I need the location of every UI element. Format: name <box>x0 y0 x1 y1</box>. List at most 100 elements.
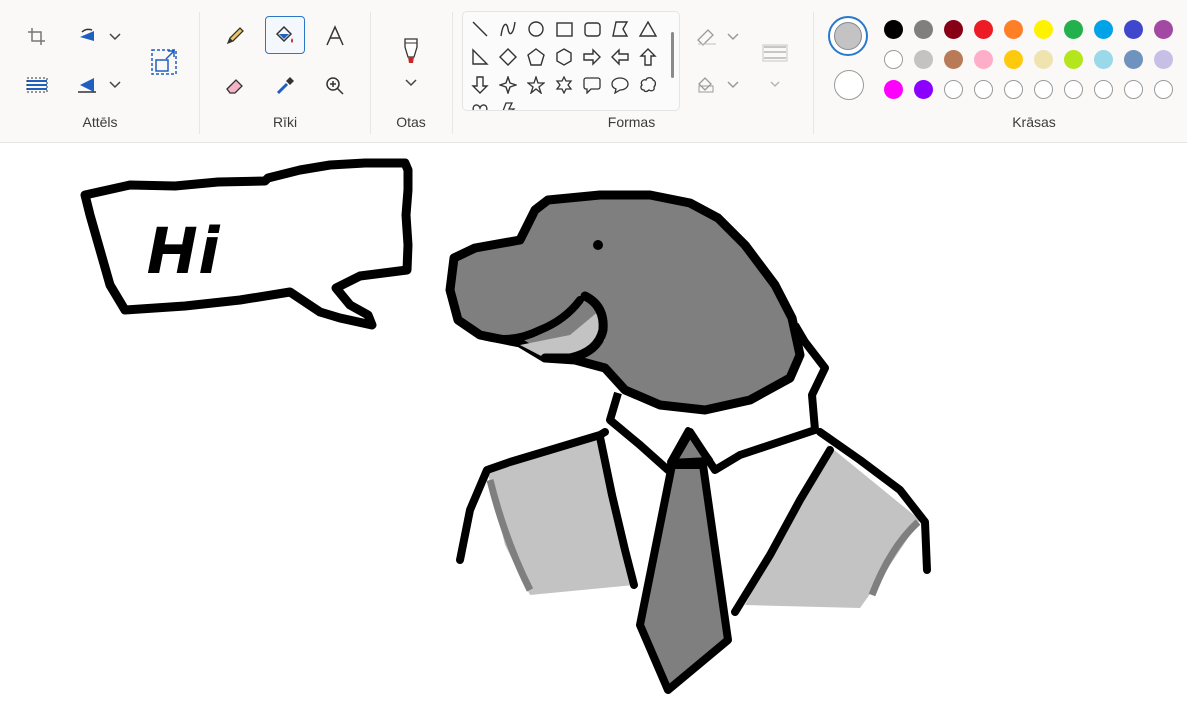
arrow-right-shape[interactable] <box>581 46 603 68</box>
heart-shape[interactable] <box>469 100 491 110</box>
rectangle-shape[interactable] <box>553 18 575 40</box>
shape-fill-icon <box>698 77 714 93</box>
line-icon <box>472 21 488 37</box>
rounded-rectangle-shape[interactable] <box>581 18 603 40</box>
pencil-button[interactable] <box>219 20 251 52</box>
speech-bubble <box>80 158 413 330</box>
color2-selector[interactable] <box>834 70 864 100</box>
triangle-shape[interactable] <box>637 18 659 40</box>
text-button[interactable] <box>319 20 351 52</box>
eyedropper-icon <box>276 77 294 95</box>
flip-dropdown[interactable] <box>104 74 126 96</box>
color-swatch[interactable] <box>884 80 903 99</box>
five-point-star-shape[interactable] <box>525 74 547 96</box>
color-swatch[interactable] <box>884 50 903 69</box>
diamond-icon <box>499 48 517 66</box>
color-swatch[interactable] <box>914 20 933 39</box>
four-point-star-shape[interactable] <box>497 74 519 96</box>
shape-fill-dropdown[interactable] <box>724 76 742 94</box>
polygon-shape[interactable] <box>609 18 631 40</box>
diamond-shape[interactable] <box>497 46 519 68</box>
color-swatch[interactable] <box>1034 20 1053 39</box>
magnifier-button[interactable] <box>319 70 351 102</box>
pentagon-icon <box>527 48 545 66</box>
color-swatch[interactable] <box>974 20 993 39</box>
crop-icon <box>28 28 45 45</box>
color-picker-button[interactable] <box>269 70 301 102</box>
custom-color-slot[interactable] <box>974 80 993 99</box>
arrow-left-icon <box>611 48 629 66</box>
custom-color-slot[interactable] <box>944 80 963 99</box>
six-point-star-icon <box>555 76 573 94</box>
flip-button[interactable] <box>72 70 102 100</box>
shapes-scrollbar[interactable] <box>671 32 674 78</box>
color-swatch[interactable] <box>1094 50 1113 69</box>
custom-color-slot[interactable] <box>1004 80 1023 99</box>
custom-color-slot[interactable] <box>1094 80 1113 99</box>
color-swatch[interactable] <box>944 20 963 39</box>
color-swatch[interactable] <box>1124 50 1143 69</box>
pencil-icon <box>226 27 244 45</box>
arrow-up-shape[interactable] <box>637 46 659 68</box>
brushes-dropdown[interactable] <box>400 74 422 92</box>
crop-button[interactable] <box>22 22 52 52</box>
cloud-callout-shape[interactable] <box>637 74 659 96</box>
six-point-star-shape[interactable] <box>553 74 575 96</box>
color-swatch[interactable] <box>884 20 903 39</box>
size-button[interactable] <box>756 38 794 70</box>
chevron-down-icon <box>727 33 739 41</box>
color-swatch[interactable] <box>1094 20 1113 39</box>
hexagon-shape[interactable] <box>553 46 575 68</box>
shape-outline-dropdown[interactable] <box>724 28 742 46</box>
rotate-dropdown[interactable] <box>104 26 126 48</box>
arrow-left-shape[interactable] <box>609 46 631 68</box>
custom-color-slot[interactable] <box>1154 80 1173 99</box>
color-swatch[interactable] <box>1154 50 1173 69</box>
color-swatch[interactable] <box>914 80 933 99</box>
color-swatch[interactable] <box>1004 50 1023 69</box>
curve-shape[interactable] <box>497 18 519 40</box>
eraser-button[interactable] <box>219 70 251 102</box>
image-group-label: Attēls <box>82 114 118 130</box>
pentagon-shape[interactable] <box>525 46 547 68</box>
color-swatch[interactable] <box>914 50 933 69</box>
custom-color-slot[interactable] <box>1034 80 1053 99</box>
resize-button[interactable] <box>144 42 184 82</box>
speech-text: Hi <box>148 214 224 286</box>
custom-color-slot[interactable] <box>1124 80 1143 99</box>
oval-callout-shape[interactable] <box>609 74 631 96</box>
size-dropdown[interactable] <box>766 76 784 92</box>
color-swatch[interactable] <box>944 50 963 69</box>
flip-icon <box>78 78 96 93</box>
color-swatch[interactable] <box>1124 20 1143 39</box>
rotate-button[interactable] <box>72 22 102 52</box>
line-shape[interactable] <box>469 18 491 40</box>
shapes-group-label: Formas <box>607 114 656 130</box>
shapes-gallery <box>462 11 680 111</box>
rounded-callout-shape[interactable] <box>581 74 603 96</box>
select-button[interactable] <box>22 70 52 100</box>
color-swatch[interactable] <box>1004 20 1023 39</box>
color-swatch[interactable] <box>974 50 993 69</box>
tools-group: Rīki <box>200 0 370 142</box>
hexagon-icon <box>556 48 572 66</box>
arrow-down-shape[interactable] <box>469 74 491 96</box>
arrow-up-icon <box>639 48 657 66</box>
color-swatch[interactable] <box>1034 50 1053 69</box>
color-swatch[interactable] <box>1064 20 1083 39</box>
color-swatch[interactable] <box>1154 20 1173 39</box>
chevron-down-icon <box>770 81 780 87</box>
lightning-icon <box>502 102 516 110</box>
lightning-shape[interactable] <box>497 100 519 110</box>
arrow-right-icon <box>583 48 601 66</box>
drawing-canvas[interactable]: Hi <box>0 143 1187 723</box>
brushes-button[interactable] <box>395 30 427 70</box>
oval-shape[interactable] <box>525 18 547 40</box>
shape-outline-button[interactable] <box>692 24 722 50</box>
right-triangle-shape[interactable] <box>469 46 491 68</box>
color-swatch[interactable] <box>1064 50 1083 69</box>
custom-color-slot[interactable] <box>1064 80 1083 99</box>
fill-button[interactable] <box>265 16 305 54</box>
shape-fill-button[interactable] <box>692 72 722 98</box>
select-icon <box>26 77 48 93</box>
